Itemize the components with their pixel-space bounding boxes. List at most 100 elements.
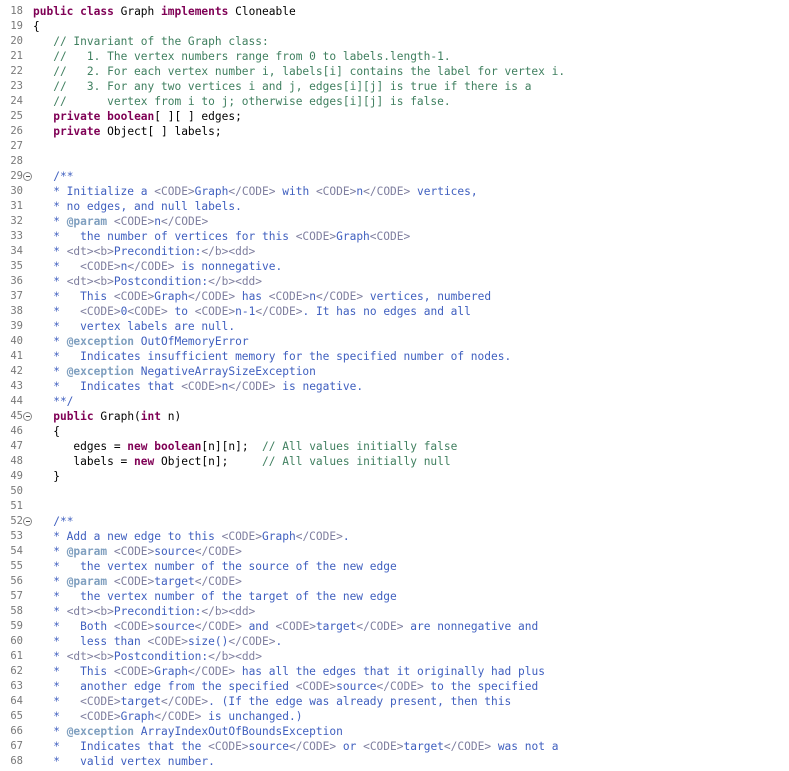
code-line[interactable]: 57 * the vertex number of the target of … <box>0 589 789 604</box>
code-line[interactable]: 63 * another edge from the specified <CO… <box>0 679 789 694</box>
code-token: private <box>53 110 101 123</box>
code-line[interactable]: 67 * Indicates that the <CODE>source</CO… <box>0 739 789 754</box>
code-token: <dt><b> <box>66 245 114 258</box>
code-token: * This <box>33 665 114 678</box>
code-token: <CODE> <box>154 185 195 198</box>
line-number: 46 <box>10 425 23 437</box>
code-line[interactable]: 27 <box>0 139 789 154</box>
code-line[interactable]: 52 /** <box>0 514 789 529</box>
code-text: * @exception ArrayIndexOutOfBoundsExcept… <box>33 724 343 739</box>
code-token: Cloneable <box>228 5 296 18</box>
code-line[interactable]: 45 public Graph(int n) <box>0 409 789 424</box>
fold-toggle-icon[interactable] <box>23 172 32 181</box>
code-text: * <dt><b>Precondition:</b><dd> <box>33 244 255 259</box>
code-token: </CODE> <box>228 380 276 393</box>
code-token: * <box>33 305 81 318</box>
code-line[interactable]: 42 * @exception NegativeArraySizeExcepti… <box>0 364 789 379</box>
line-number: 31 <box>10 200 23 212</box>
code-line[interactable]: 33 * the number of vertices for this <CO… <box>0 229 789 244</box>
code-token: * <box>33 695 81 708</box>
code-token: vertices, numbered <box>363 290 492 303</box>
code-line[interactable]: 48 labels = new Object[n]; // All values… <box>0 454 789 469</box>
code-line[interactable]: 51 <box>0 499 789 514</box>
code-token: </CODE> <box>443 740 492 753</box>
code-line[interactable]: 31 * no edges, and null labels. <box>0 199 789 214</box>
code-line[interactable]: 60 * less than <CODE>size()</CODE>. <box>0 634 789 649</box>
code-text: labels = new Object[n]; // All values in… <box>33 454 450 469</box>
code-line[interactable]: 56 * @param <CODE>target</CODE> <box>0 574 789 589</box>
code-text: /** <box>33 514 73 529</box>
fold-toggle-icon[interactable] <box>23 412 32 421</box>
code-token: { <box>33 425 60 438</box>
code-line[interactable]: 65 * <CODE>Graph</CODE> is unchanged.) <box>0 709 789 724</box>
code-token: Graph <box>194 185 229 198</box>
code-line[interactable]: 68 * valid vertex number. <box>0 754 789 769</box>
code-line[interactable]: 61 * <dt><b>Postcondition:</b><dd> <box>0 649 789 664</box>
code-line[interactable]: 53 * Add a new edge to this <CODE>Graph<… <box>0 529 789 544</box>
fold-toggle-icon[interactable] <box>23 517 32 526</box>
line-number: 43 <box>10 380 23 392</box>
code-token: </CODE> <box>288 740 337 753</box>
code-token: . <box>275 635 283 648</box>
code-text: * <CODE>target</CODE>. (If the edge was … <box>33 694 511 709</box>
line-number: 27 <box>10 140 23 152</box>
code-token: size() <box>187 635 229 648</box>
code-token: new <box>134 455 155 468</box>
code-token: // All values initially false <box>262 440 458 453</box>
code-text: // vertex from i to j; otherwise edges[i… <box>33 94 450 109</box>
code-token: <CODE> <box>80 260 121 273</box>
line-number: 22 <box>10 65 23 77</box>
code-line[interactable]: 62 * This <CODE>Graph</CODE> has all the… <box>0 664 789 679</box>
code-line[interactable]: 34 * <dt><b>Precondition:</b><dd> <box>0 244 789 259</box>
line-number: 42 <box>10 365 23 377</box>
code-line[interactable]: 41 * Indicates insufficient memory for t… <box>0 349 789 364</box>
code-token: // 1. The vertex numbers range from 0 to… <box>53 50 451 63</box>
code-line[interactable]: 25 private boolean[ ][ ] edges; <box>0 109 789 124</box>
code-line[interactable]: 55 * the vertex number of the source of … <box>0 559 789 574</box>
code-token: * <box>33 245 67 258</box>
code-text: * @param <CODE>target</CODE> <box>33 574 242 589</box>
code-line[interactable]: 50 <box>0 484 789 499</box>
code-editor[interactable]: 18 public class Graph implements Cloneabl… <box>0 0 789 771</box>
line-number: 23 <box>10 80 23 92</box>
code-line[interactable]: 35 * <CODE>n</CODE> is nonnegative. <box>0 259 789 274</box>
code-line[interactable]: 59 * Both <CODE>source</CODE> and <CODE>… <box>0 619 789 634</box>
code-line[interactable]: 54 * @param <CODE>source</CODE> <box>0 544 789 559</box>
code-line[interactable]: 32 * @param <CODE>n</CODE> <box>0 214 789 229</box>
code-token: boolean <box>154 440 202 453</box>
code-line[interactable]: 21 // 1. The vertex numbers range from 0… <box>0 49 789 64</box>
code-line[interactable]: 18 public class Graph implements Cloneabl… <box>0 4 789 19</box>
line-number: 65 <box>10 710 23 722</box>
code-line[interactable]: 24 // vertex from i to j; otherwise edge… <box>0 94 789 109</box>
code-token: * This <box>33 290 114 303</box>
code-line[interactable]: 39 * vertex labels are null. <box>0 319 789 334</box>
code-line[interactable]: 43 * Indicates that <CODE>n</CODE> is ne… <box>0 379 789 394</box>
code-token: with <box>275 185 316 198</box>
code-line[interactable]: 36 * <dt><b>Postcondition:</b><dd> <box>0 274 789 289</box>
code-token: . (If the edge was already present, then… <box>208 695 512 708</box>
code-line[interactable]: 29 /** <box>0 169 789 184</box>
code-line[interactable]: 64 * <CODE>target</CODE>. (If the edge w… <box>0 694 789 709</box>
code-line[interactable]: 22 // 2. For each vertex number i, label… <box>0 64 789 79</box>
code-line[interactable]: 20 // Invariant of the Graph class: <box>0 34 789 49</box>
code-line[interactable]: 26 private Object[ ] labels; <box>0 124 789 139</box>
code-line[interactable]: 40 * @exception OutOfMemoryError <box>0 334 789 349</box>
code-token: // Invariant of the Graph class: <box>53 35 269 48</box>
code-token: target <box>315 620 357 633</box>
code-line[interactable]: 30 * Initialize a <CODE>Graph</CODE> wit… <box>0 184 789 199</box>
code-line[interactable]: 19 { <box>0 19 789 34</box>
code-line[interactable]: 44 **/ <box>0 394 789 409</box>
line-number: 20 <box>10 35 23 47</box>
code-line[interactable]: 66 * @exception ArrayIndexOutOfBoundsExc… <box>0 724 789 739</box>
code-line[interactable]: 49 } <box>0 469 789 484</box>
code-line[interactable]: 46 { <box>0 424 789 439</box>
code-token: <CODE> <box>221 530 263 543</box>
code-line[interactable]: 28 <box>0 154 789 169</box>
code-line[interactable]: 47 edges = new boolean[n][n]; // All val… <box>0 439 789 454</box>
code-line[interactable]: 37 * This <CODE>Graph</CODE> has <CODE>n… <box>0 289 789 304</box>
code-line[interactable]: 38 * <CODE>0<CODE> to <CODE>n-1</CODE>. … <box>0 304 789 319</box>
code-line[interactable]: 58 * <dt><b>Precondition:</b><dd> <box>0 604 789 619</box>
code-line[interactable]: 23 // 3. For any two vertices i and j, e… <box>0 79 789 94</box>
